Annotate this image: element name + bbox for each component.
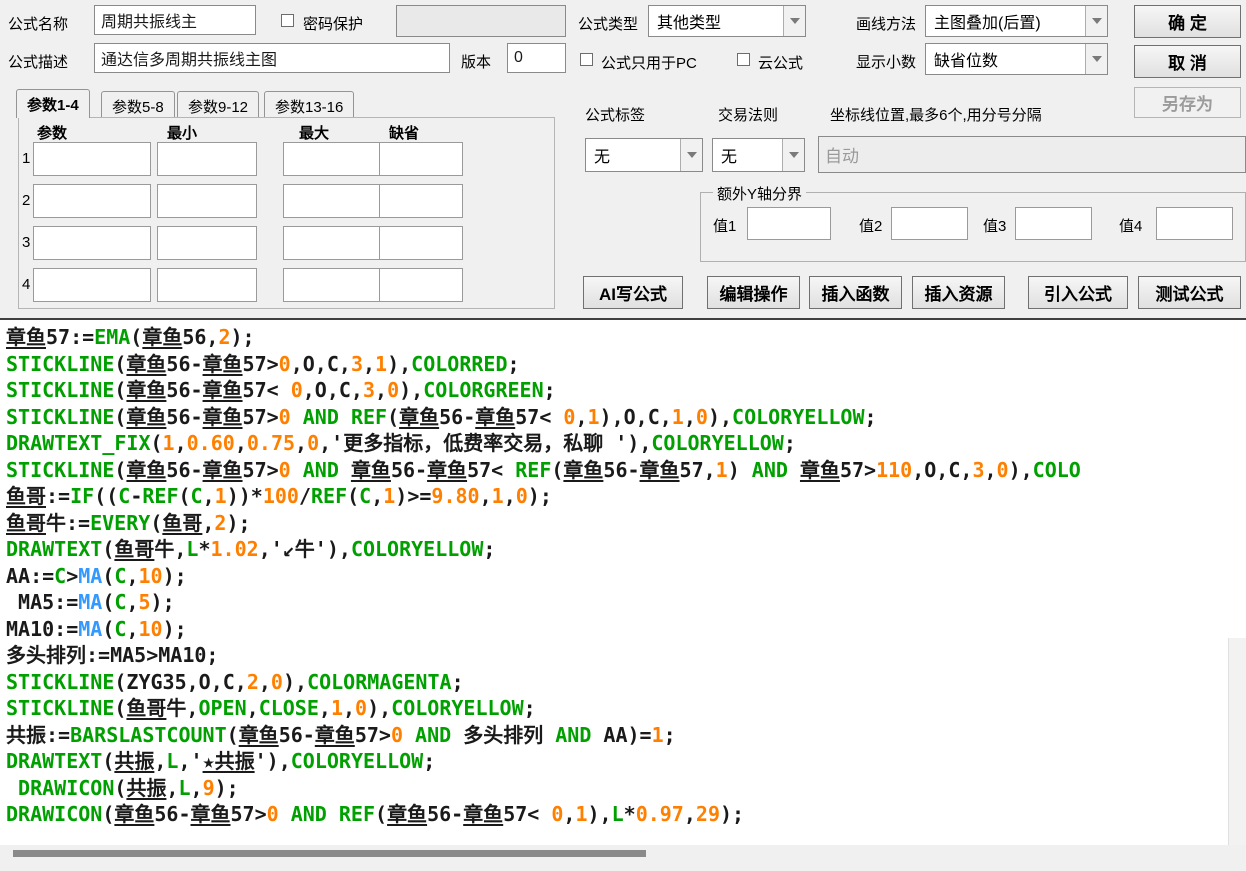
trade-rule-select[interactable]: 无 xyxy=(712,138,805,172)
extra-y-axis-legend: 额外Y轴分界 xyxy=(713,183,807,204)
formula-type-select[interactable]: 其他类型 xyxy=(648,5,806,37)
ai-write-formula-button[interactable]: AI写公式 xyxy=(583,276,683,309)
param-min-input[interactable] xyxy=(157,184,257,218)
formula-name-input[interactable] xyxy=(94,5,256,35)
tab-params-5-8[interactable]: 参数5-8 xyxy=(101,91,175,118)
param-input[interactable] xyxy=(33,268,151,302)
param-input[interactable] xyxy=(33,184,151,218)
coordinate-line-label: 坐标线位置,最多6个,用分号分隔 xyxy=(830,107,1042,124)
formula-tag-select[interactable]: 无 xyxy=(585,138,703,172)
param-min-input[interactable] xyxy=(157,268,257,302)
y-value2-input[interactable] xyxy=(891,207,968,240)
pc-only-checkbox[interactable] xyxy=(580,53,593,66)
chevron-down-icon xyxy=(686,152,697,158)
horizontal-scrollbar[interactable] xyxy=(0,845,1246,871)
horizontal-scrollbar-thumb[interactable] xyxy=(13,850,646,857)
formula-tag-label: 公式标签 xyxy=(585,107,646,124)
dropdown-arrow-button[interactable] xyxy=(680,139,702,171)
password-protect-label: 密码保护 xyxy=(303,16,364,33)
formula-code-editor[interactable]: 章鱼57:=EMA(章鱼56,2); STICKLINE(章鱼56-章鱼57>0,… xyxy=(0,318,1246,845)
pc-only-label: 公式只用于PC xyxy=(601,55,697,72)
param-default-input[interactable] xyxy=(379,184,463,218)
cloud-formula-label: 云公式 xyxy=(758,55,804,72)
formula-tag-value: 无 xyxy=(594,149,611,166)
trade-rule-value: 无 xyxy=(721,149,738,166)
password-input xyxy=(396,5,566,37)
coordinate-line-input[interactable] xyxy=(818,136,1246,173)
param-default-input[interactable] xyxy=(379,226,463,260)
decimals-label: 显示小数 xyxy=(856,54,917,71)
col-header-param: 参数 xyxy=(37,125,68,142)
tab-params-13-16[interactable]: 参数13-16 xyxy=(264,91,355,118)
dropdown-arrow-button[interactable] xyxy=(1085,6,1107,36)
cancel-button[interactable]: 取 消 xyxy=(1134,45,1241,78)
formula-type-label: 公式类型 xyxy=(578,16,639,33)
chevron-down-icon xyxy=(1091,18,1102,24)
param-input[interactable] xyxy=(33,142,151,176)
param-max-input[interactable] xyxy=(283,268,383,302)
insert-function-button[interactable]: 插入函数 xyxy=(809,276,902,309)
draw-method-value: 主图叠加(后置) xyxy=(934,15,1041,32)
import-formula-button[interactable]: 引入公式 xyxy=(1028,276,1128,309)
formula-desc-label: 公式描述 xyxy=(8,54,69,71)
chevron-down-icon xyxy=(788,152,799,158)
param-min-input[interactable] xyxy=(157,226,257,260)
password-protect-checkbox[interactable] xyxy=(281,14,294,27)
test-formula-button[interactable]: 测试公式 xyxy=(1138,276,1241,309)
vertical-scrollbar[interactable] xyxy=(1228,638,1246,845)
y-value1-label: 值1 xyxy=(713,218,737,235)
formula-type-value: 其他类型 xyxy=(657,15,722,32)
param-input[interactable] xyxy=(33,226,151,260)
y-value2-label: 值2 xyxy=(859,218,883,235)
param-max-input[interactable] xyxy=(283,142,383,176)
tab-params-9-12[interactable]: 参数9-12 xyxy=(177,91,260,118)
y-value4-label: 值4 xyxy=(1119,218,1143,235)
ok-button[interactable]: 确 定 xyxy=(1134,5,1241,38)
dropdown-arrow-button[interactable] xyxy=(782,139,804,171)
param-default-input[interactable] xyxy=(379,142,463,176)
col-header-max: 最大 xyxy=(299,125,330,142)
param-min-input[interactable] xyxy=(157,142,257,176)
trade-rule-label: 交易法则 xyxy=(718,107,779,124)
parameters-panel: 参数 最小 最大 缺省 1 2 3 4 xyxy=(18,117,555,309)
chevron-down-icon xyxy=(1091,56,1102,62)
formula-properties-panel: 公式名称 密码保护 公式类型 其他类型 画线方法 主图叠加(后置) 确 定 公式… xyxy=(0,0,1246,318)
version-label: 版本 xyxy=(461,54,492,71)
formula-name-label: 公式名称 xyxy=(8,16,69,33)
param-max-input[interactable] xyxy=(283,226,383,260)
param-row-number: 3 xyxy=(22,234,31,251)
chevron-down-icon xyxy=(789,18,800,24)
param-row-number: 2 xyxy=(22,192,31,209)
save-as-button[interactable]: 另存为 xyxy=(1134,87,1241,118)
dropdown-arrow-button[interactable] xyxy=(1085,44,1107,74)
param-row-number: 4 xyxy=(22,276,31,293)
decimals-select[interactable]: 缺省位数 xyxy=(925,43,1108,75)
y-value3-input[interactable] xyxy=(1015,207,1092,240)
edit-operations-button[interactable]: 编辑操作 xyxy=(707,276,800,309)
tab-params-1-4[interactable]: 参数1-4 xyxy=(16,89,90,118)
decimals-value: 缺省位数 xyxy=(934,53,999,70)
param-row-number: 1 xyxy=(22,150,31,167)
draw-method-label: 画线方法 xyxy=(856,16,917,33)
y-value1-input[interactable] xyxy=(747,207,831,240)
col-header-min: 最小 xyxy=(167,125,198,142)
param-max-input[interactable] xyxy=(283,184,383,218)
param-default-input[interactable] xyxy=(379,268,463,302)
extra-y-axis-group: 额外Y轴分界 值1 值2 值3 值4 xyxy=(700,183,1246,262)
col-header-default: 缺省 xyxy=(389,125,420,142)
dropdown-arrow-button[interactable] xyxy=(783,6,805,36)
formula-desc-input[interactable] xyxy=(94,43,450,73)
y-value3-label: 值3 xyxy=(983,218,1007,235)
formula-code-text[interactable]: 章鱼57:=EMA(章鱼56,2); STICKLINE(章鱼56-章鱼57>0,… xyxy=(6,324,1228,843)
cloud-formula-checkbox[interactable] xyxy=(737,53,750,66)
draw-method-select[interactable]: 主图叠加(后置) xyxy=(925,5,1108,37)
version-input[interactable] xyxy=(507,43,566,73)
y-value4-input[interactable] xyxy=(1156,207,1233,240)
insert-resource-button[interactable]: 插入资源 xyxy=(912,276,1005,309)
